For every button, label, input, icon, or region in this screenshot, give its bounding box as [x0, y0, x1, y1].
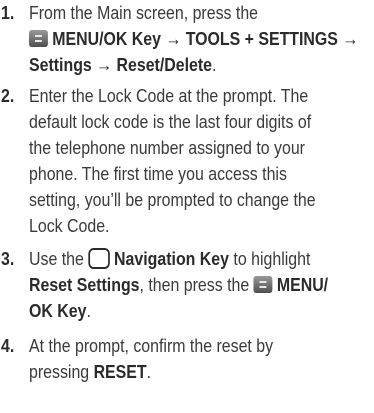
step-number: 4. [1, 335, 15, 356]
text-line: phone. The first time you access this [29, 163, 287, 184]
text-line: Use the Navigation Key to highlight [29, 248, 311, 269]
text-line: MENU/OK Key → TOOLS + SETTINGS → [29, 26, 374, 52]
text-line: the telephone number assigned to your [29, 137, 305, 158]
text-line: Reset Settings, then press the MENU/ [29, 274, 329, 295]
step-text: From the Main screen, press the MENU/OK … [29, 0, 374, 78]
menu-ok-key-icon [29, 30, 48, 47]
step-text: At the prompt, confirm the reset by pres… [29, 333, 374, 385]
text-line: Enter the Lock Code at the prompt. The [29, 85, 309, 106]
step-text: Use the Navigation Key to highlight Rese… [29, 246, 374, 324]
step-text: Enter the Lock Code at the prompt. The d… [29, 83, 374, 239]
step-number: 2. [1, 85, 15, 106]
instruction-steps: 1. From the Main screen, press the MENU/… [0, 0, 374, 413]
text-line: OK Key. [29, 300, 91, 321]
step-number: 1. [1, 2, 15, 23]
text-line: pressing RESET. [29, 361, 152, 382]
text-line: default lock code is the last four digit… [29, 111, 312, 132]
text-line: From the Main screen, press the [29, 2, 259, 23]
step-number: 3. [1, 248, 15, 269]
text-line: Lock Code. [29, 215, 110, 236]
text-line: At the prompt, confirm the reset by [29, 335, 274, 356]
text-line: Settings → Reset/Delete. [29, 54, 217, 75]
navigation-key-icon [88, 248, 110, 269]
text-line: setting, you’ll be prompted to change th… [29, 189, 316, 210]
menu-ok-key-icon [253, 276, 273, 293]
